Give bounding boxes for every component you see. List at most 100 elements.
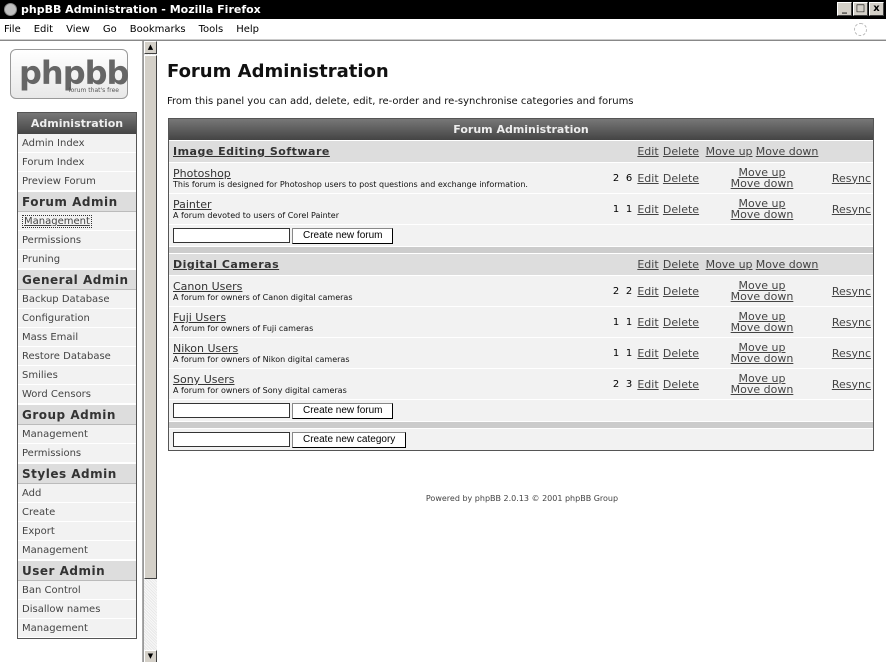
forum-delete-link[interactable]: Delete [663,378,699,391]
new-forum-name-input[interactable] [173,228,290,243]
nav-item[interactable]: Smilies [18,366,136,385]
maximize-button[interactable]: □ [853,2,868,16]
create-forum-button[interactable]: Create new forum [292,402,394,419]
nav-section-title: General Admin [18,269,136,290]
forum-edit-link[interactable]: Edit [637,378,658,391]
nav-item[interactable]: Mass Email [18,328,136,347]
forum-name-link[interactable]: Nikon Users [173,342,609,355]
nav-item-label: Management [22,623,88,634]
forum-name-link[interactable]: Sony Users [173,373,609,386]
forum-delete-link[interactable]: Delete [663,285,699,298]
forum-delete-link[interactable]: Delete [663,347,699,360]
forum-delete-link[interactable]: Delete [663,172,699,185]
nav-item[interactable]: Forum Index [18,153,136,172]
nav-item-label: Pruning [22,254,61,265]
forum-move-down-link[interactable]: Move down [701,353,823,364]
nav-item[interactable]: Add [18,484,136,503]
nav-header: Administration [18,113,136,134]
forum-move-down-link[interactable]: Move down [701,322,823,333]
nav-item[interactable]: Export [18,522,136,541]
category-edit-link[interactable]: Edit [637,258,658,271]
forum-resync-link[interactable]: Resync [832,347,871,360]
nav-item[interactable]: Disallow names [18,600,136,619]
nav-item[interactable]: Management [18,425,136,444]
close-button[interactable]: x [869,2,884,16]
resync-cell: Resync [823,172,873,185]
category-title-link[interactable]: Digital Cameras [173,258,279,271]
nav-item[interactable]: Management [18,619,136,638]
nav-item[interactable]: Create [18,503,136,522]
scroll-thumb[interactable] [144,55,157,579]
menu-bookmarks[interactable]: Bookmarks [130,24,186,35]
nav-item-label: Ban Control [22,585,81,596]
category-delete-link[interactable]: Delete [663,145,699,158]
delete-cell: Delete [661,258,701,271]
nav-item[interactable]: Preview Forum [18,172,136,191]
nav-item[interactable]: Ban Control [18,581,136,600]
category-move-down-link[interactable]: Move down [756,258,819,271]
forum-resync-link[interactable]: Resync [832,316,871,329]
forum-edit-link[interactable]: Edit [637,172,658,185]
post-count: 6 [625,172,633,184]
forum-cell: Canon Users A forum for owners of Canon d… [169,280,609,302]
nav-scrollbar[interactable]: ▲ ▼ [143,41,157,662]
category-delete-link[interactable]: Delete [663,258,699,271]
nav-item[interactable]: Pruning [18,250,136,269]
scroll-up-arrow-icon[interactable]: ▲ [144,41,157,54]
forum-name-link[interactable]: Fuji Users [173,311,609,324]
post-count: 1 [625,316,633,328]
nav-item[interactable]: Restore Database [18,347,136,366]
nav-item[interactable]: Management [18,541,136,560]
category-cell: Image Editing Software [169,145,609,158]
table-spacer [169,421,873,428]
category-edit-link[interactable]: Edit [637,145,658,158]
forum-delete-link[interactable]: Delete [663,203,699,216]
forum-edit-link[interactable]: Edit [637,203,658,216]
nav-item[interactable]: Permissions [18,231,136,250]
forum-resync-link[interactable]: Resync [832,203,871,216]
menu-file[interactable]: File [4,24,21,35]
nav-item[interactable]: Management [18,212,136,231]
nav-item[interactable]: Backup Database [18,290,136,309]
edit-cell: Edit [635,145,661,158]
move-cell: Move up Move down [701,146,823,158]
category-move-up-link[interactable]: Move up [706,258,753,271]
nav-item[interactable]: Configuration [18,309,136,328]
menu-view[interactable]: View [66,24,90,35]
new-category-name-input[interactable] [173,432,290,447]
forum-edit-link[interactable]: Edit [637,285,658,298]
forum-move-down-link[interactable]: Move down [701,209,823,220]
nav-section-title: Forum Admin [18,191,136,212]
forum-name-link[interactable]: Painter [173,198,609,211]
minimize-button[interactable]: _ [837,2,852,16]
new-forum-name-input[interactable] [173,403,290,418]
category-move-up-link[interactable]: Move up [706,145,753,158]
category-title-link[interactable]: Image Editing Software [173,145,330,158]
menu-help[interactable]: Help [236,24,259,35]
create-form-row: Create new forum [169,224,873,246]
nav-item-label: Word Censors [22,389,92,400]
forum-edit-link[interactable]: Edit [637,316,658,329]
menu-go[interactable]: Go [103,24,117,35]
move-cell: Move up Move down [701,342,823,364]
nav-item[interactable]: Permissions [18,444,136,463]
forum-name-link[interactable]: Canon Users [173,280,609,293]
forum-name-link[interactable]: Photoshop [173,167,609,180]
forum-edit-link[interactable]: Edit [637,347,658,360]
nav-item[interactable]: Admin Index [18,134,136,153]
category-move-down-link[interactable]: Move down [756,145,819,158]
forum-delete-link[interactable]: Delete [663,316,699,329]
create-forum-button[interactable]: Create new forum [292,227,394,244]
forum-move-down-link[interactable]: Move down [701,291,823,302]
forum-resync-link[interactable]: Resync [832,285,871,298]
forum-move-down-link[interactable]: Move down [701,384,823,395]
phpbb-logo[interactable]: phpbb forum that's free [10,49,129,99]
forum-move-down-link[interactable]: Move down [701,178,823,189]
menu-edit[interactable]: Edit [34,24,53,35]
forum-resync-link[interactable]: Resync [832,172,871,185]
forum-resync-link[interactable]: Resync [832,378,871,391]
create-category-button[interactable]: Create new category [292,431,407,448]
scroll-down-arrow-icon[interactable]: ▼ [144,650,157,662]
nav-item[interactable]: Word Censors [18,385,136,404]
menu-tools[interactable]: Tools [199,24,224,35]
